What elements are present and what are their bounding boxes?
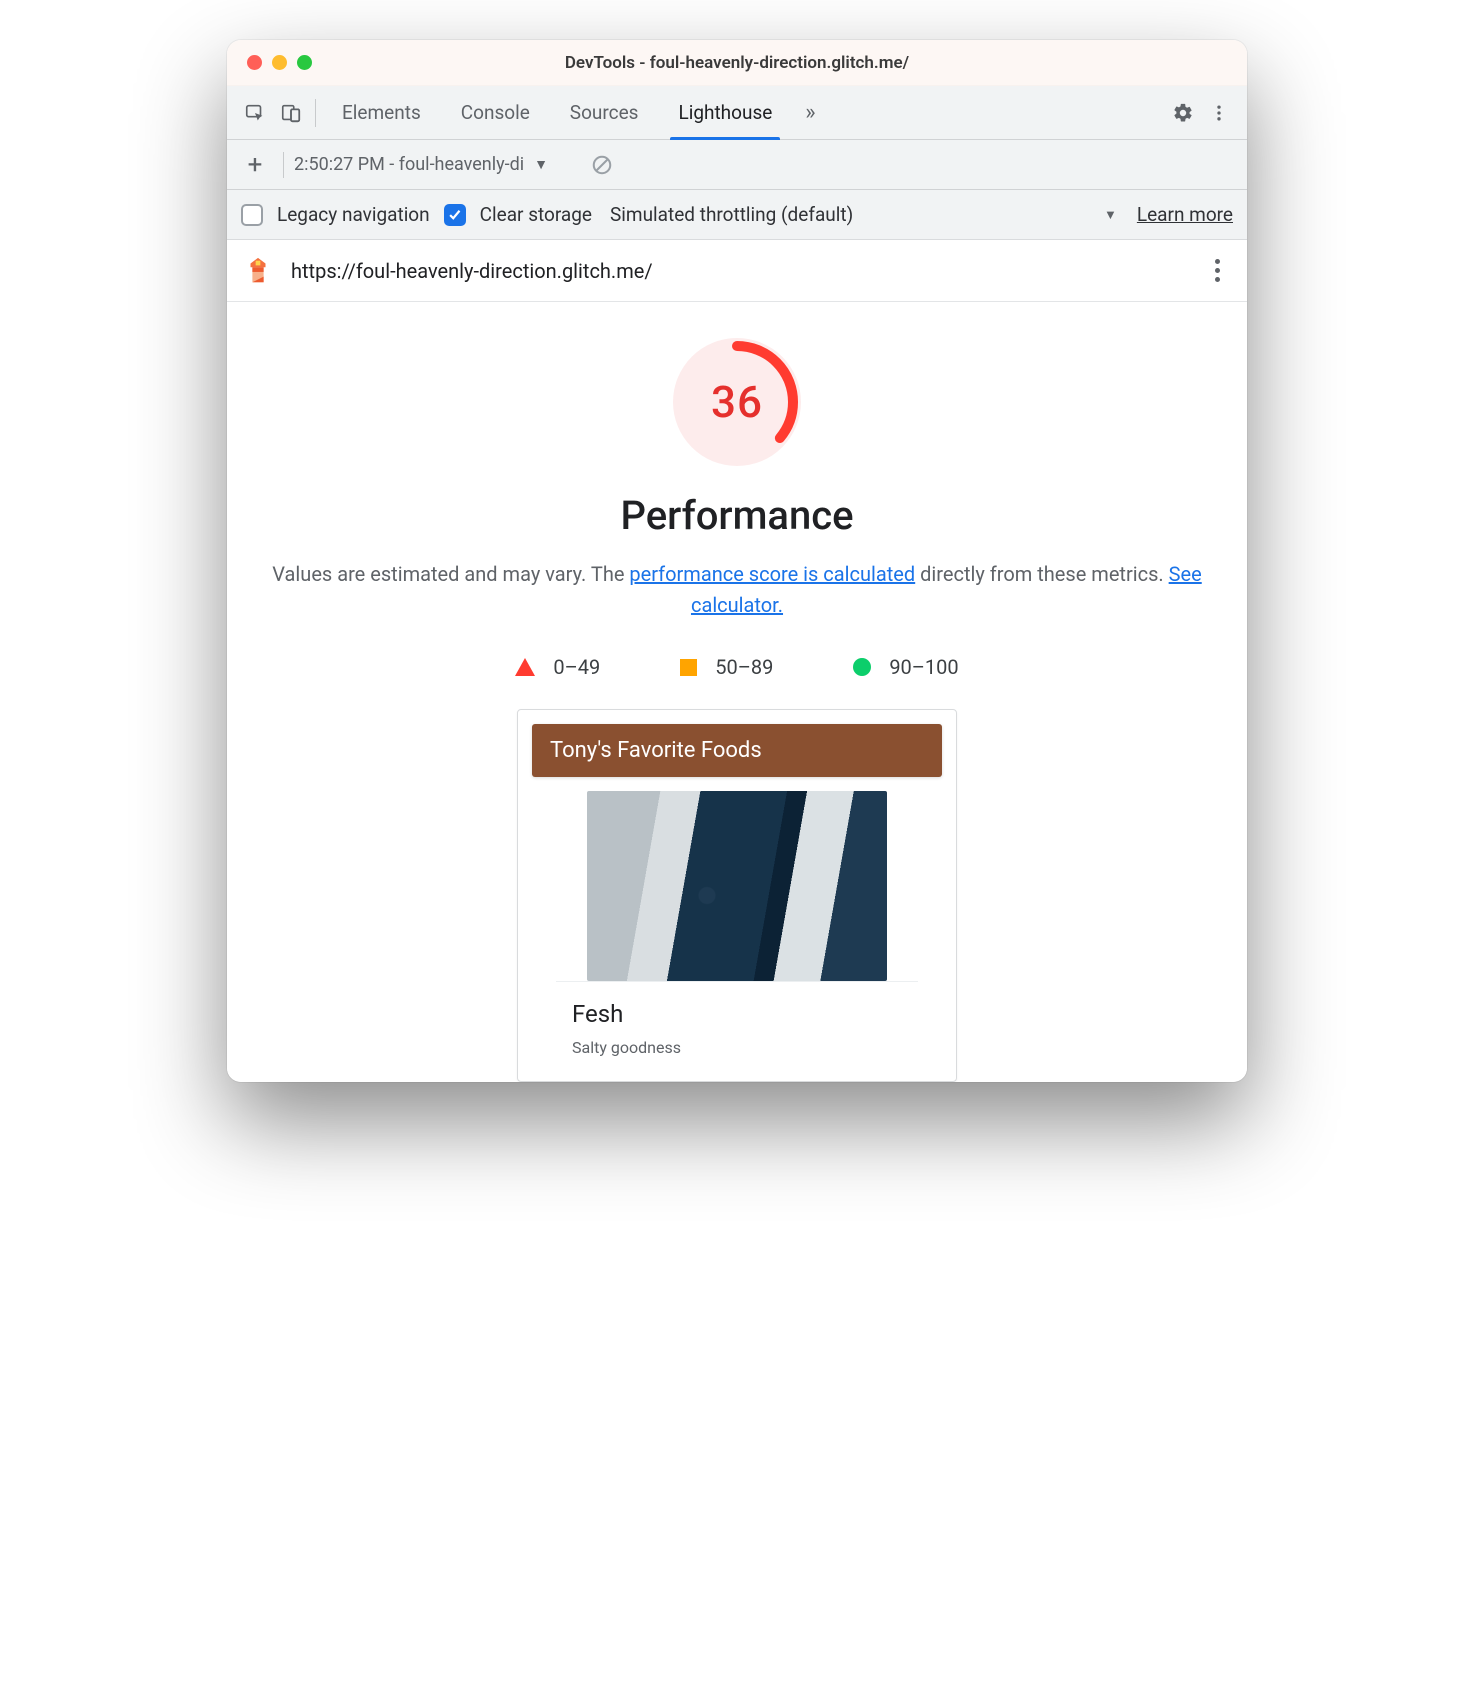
legend-label: 0–49 (553, 655, 600, 679)
separator (283, 152, 284, 178)
chevron-down-icon[interactable]: ▼ (1104, 207, 1117, 223)
report-menu-icon[interactable] (1203, 259, 1231, 282)
lighthouse-icon (243, 256, 273, 286)
desc-text: directly from these metrics. (915, 562, 1168, 586)
tab-lighthouse[interactable]: Lighthouse (658, 86, 792, 139)
report-url: https://foul-heavenly-direction.glitch.m… (291, 259, 653, 283)
throttling-label: Simulated throttling (default) (610, 203, 853, 226)
devtools-tabstrip: Elements Console Sources Lighthouse » (227, 86, 1247, 140)
desc-text: Values are estimated and may vary. The (272, 562, 629, 586)
report-selector[interactable]: 2:50:27 PM - foul-heavenly-di ▼ (294, 154, 574, 175)
close-window-button[interactable] (247, 55, 262, 70)
report-selector-label: 2:50:27 PM - foul-heavenly-di (294, 154, 524, 175)
score-calculated-link[interactable]: performance score is calculated (629, 562, 915, 586)
minimize-window-button[interactable] (272, 55, 287, 70)
preview-image (587, 791, 887, 981)
performance-gauge[interactable]: 36 (673, 338, 801, 466)
score-legend: 0–49 50–89 90–100 (267, 655, 1207, 679)
legend-average: 50–89 (680, 655, 773, 679)
legend-label: 90–100 (889, 655, 958, 679)
circle-green-icon (853, 658, 871, 676)
titlebar: DevTools - foul-heavenly-direction.glitc… (227, 40, 1247, 86)
triangle-red-icon (515, 658, 535, 676)
legacy-navigation-label: Legacy navigation (277, 203, 430, 226)
separator (315, 99, 316, 127)
performance-description: Values are estimated and may vary. The p… (267, 559, 1207, 621)
preview-card-title: Fesh (572, 1000, 902, 1028)
legend-fail: 0–49 (515, 655, 600, 679)
legend-pass: 90–100 (853, 655, 958, 679)
maximize-window-button[interactable] (297, 55, 312, 70)
report-url-row: https://foul-heavenly-direction.glitch.m… (227, 240, 1247, 302)
page-screenshot-card: Tony's Favorite Foods Fesh Salty goodnes… (517, 709, 957, 1082)
kebab-menu-icon[interactable] (1201, 95, 1237, 131)
learn-more-link[interactable]: Learn more (1137, 203, 1233, 226)
clear-storage-label: Clear storage (480, 203, 592, 226)
tab-label: Sources (570, 101, 639, 124)
clear-report-icon[interactable] (584, 147, 620, 183)
tab-label: Elements (342, 101, 421, 124)
tab-elements[interactable]: Elements (322, 86, 441, 139)
window: DevTools - foul-heavenly-direction.glitc… (227, 40, 1247, 1082)
tab-console[interactable]: Console (441, 86, 550, 139)
tab-label: Console (461, 101, 530, 124)
more-tabs-icon[interactable]: » (792, 95, 828, 131)
lighthouse-toolbar: + 2:50:27 PM - foul-heavenly-di ▼ (227, 140, 1247, 190)
tab-label: Lighthouse (678, 101, 772, 124)
device-toolbar-icon[interactable] (273, 95, 309, 131)
lighthouse-settings-bar: Legacy navigation Clear storage Simulate… (227, 190, 1247, 240)
tab-sources[interactable]: Sources (550, 86, 659, 139)
performance-heading: Performance (267, 492, 1207, 539)
inspect-element-icon[interactable] (237, 95, 273, 131)
legacy-navigation-checkbox[interactable] (241, 204, 263, 226)
traffic-lights (247, 55, 312, 70)
preview-card-subtitle: Salty goodness (572, 1038, 902, 1057)
preview-header: Tony's Favorite Foods (532, 724, 942, 777)
window-title: DevTools - foul-heavenly-direction.glitc… (227, 53, 1247, 73)
chevron-down-icon: ▼ (534, 156, 548, 173)
legend-label: 50–89 (715, 655, 773, 679)
clear-storage-checkbox[interactable] (444, 204, 466, 226)
preview-card: Fesh Salty goodness (556, 981, 918, 1063)
square-orange-icon (680, 659, 697, 676)
lighthouse-report: 36 Performance Values are estimated and … (227, 302, 1247, 1082)
settings-icon[interactable] (1165, 95, 1201, 131)
new-report-button[interactable]: + (237, 147, 273, 183)
